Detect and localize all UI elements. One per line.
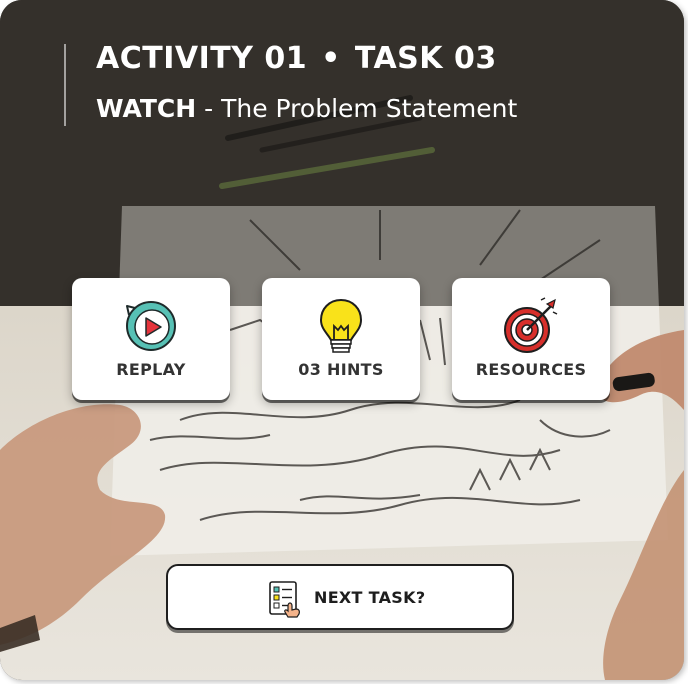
title-separator: •	[321, 41, 341, 76]
activity-card: ACTIVITY 01 • TASK 03 WATCH - The Problem …	[0, 0, 684, 680]
resources-label: RESOURCES	[475, 360, 587, 379]
hints-button[interactable]: 03 HINTS	[262, 278, 420, 400]
checklist-icon	[269, 581, 300, 618]
resources-button[interactable]: RESOURCES	[452, 278, 610, 400]
replay-icon	[126, 301, 176, 351]
activity-task-title: ACTIVITY 01 • TASK 03	[96, 42, 517, 76]
next-task-label: NEXT TASK?	[314, 588, 426, 607]
page-subtitle: WATCH - The Problem Statement	[96, 94, 517, 124]
replay-button[interactable]: REPLAY	[72, 278, 230, 400]
next-task-button[interactable]: NEXT TASK?	[166, 564, 514, 630]
lightbulb-icon	[319, 298, 363, 353]
hints-label: 03 HINTS	[298, 360, 384, 379]
header: ACTIVITY 01 • TASK 03 WATCH - The Problem …	[64, 42, 517, 126]
target-icon	[504, 297, 558, 353]
replay-label: REPLAY	[116, 360, 186, 379]
task-label: TASK 03	[354, 41, 497, 76]
activity-label: ACTIVITY 01	[96, 41, 308, 76]
subtitle-text: - The Problem Statement	[196, 94, 518, 123]
mode-label: WATCH	[96, 94, 197, 123]
